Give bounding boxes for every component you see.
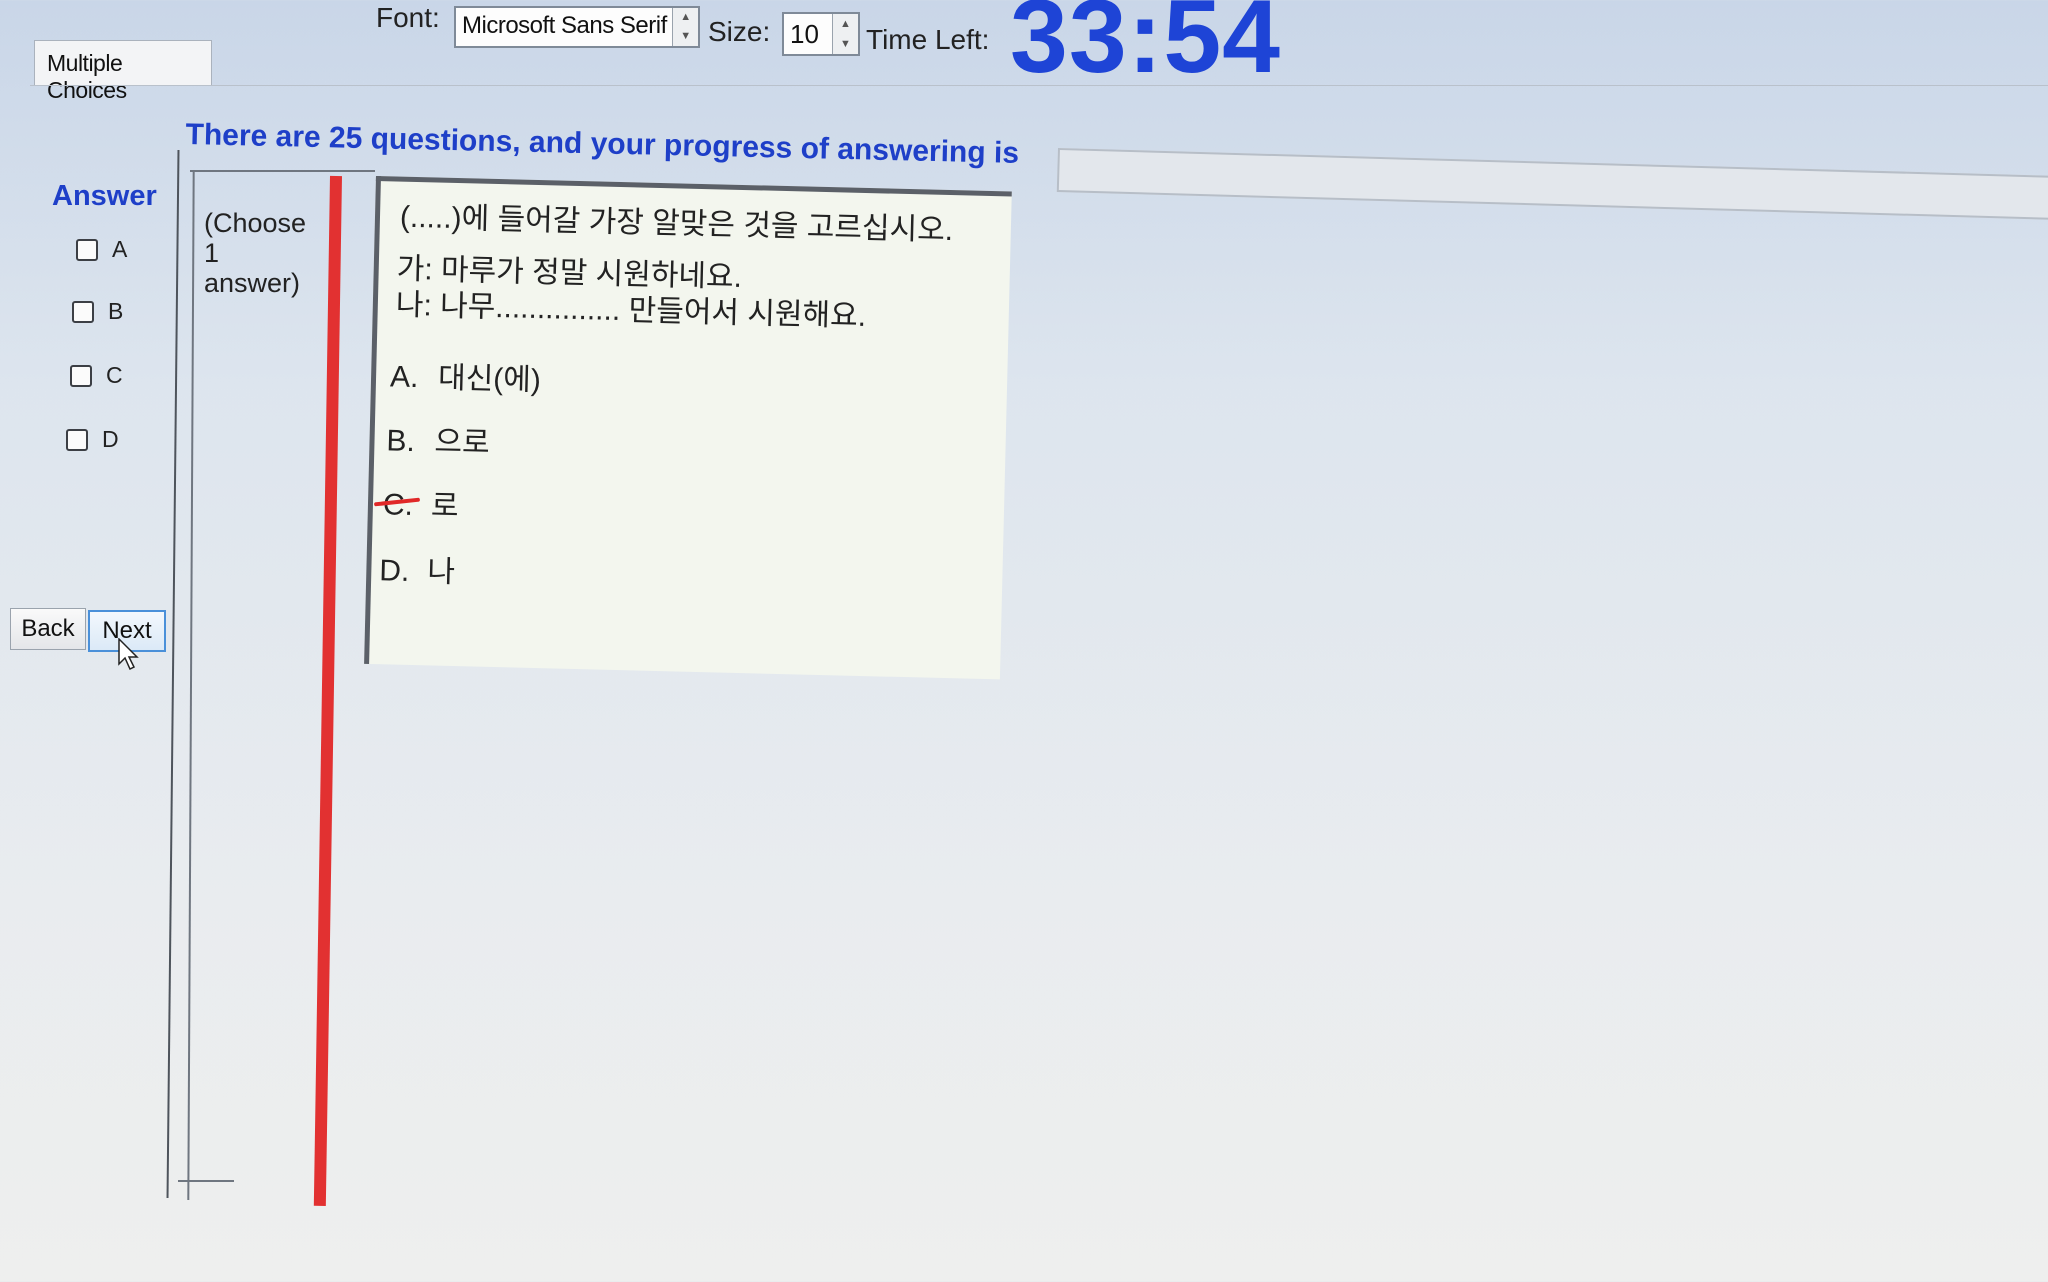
font-label: Font: [376,2,440,33]
choice-text: 나 [426,555,456,590]
font-select[interactable]: Microsoft Sans Serif ▲ ▼ [454,6,700,48]
choice-letter: A. [389,360,419,395]
sidebar-divider [166,150,180,1198]
answer-title: Answer [52,180,157,212]
countdown-timer: 33:54 [1010,0,1281,95]
tab-panel-divider [30,85,2048,86]
choice-text: 대신(에) [437,361,542,398]
answer-option-label: A [112,236,128,262]
tab-multiple-choices[interactable]: Multiple Choices [34,40,212,103]
back-button[interactable]: Back [10,608,86,650]
question-panel: (.....)에 들어갈 가장 알맞은 것을 고르십시오. 가: 마루가 정말 … [364,176,1012,680]
spin-arrows-icon[interactable]: ▲ ▼ [832,14,858,54]
time-left-label: Time Left: [866,24,990,55]
mouse-pointer-icon [118,638,139,671]
choice-a: A. 대신(에) [390,351,542,399]
instruction-panel-border [187,170,195,1200]
size-label: Size: [708,16,771,47]
progress-text: There are 25 questions, and your progres… [185,118,1020,170]
choice-letter: B. [386,424,416,459]
size-value: 10 [790,19,819,49]
checkbox-a[interactable] [76,238,98,261]
choice-b: B. 으로 [386,415,490,462]
bottom-dash [178,1180,234,1182]
answer-option-d[interactable]: D [66,426,119,453]
red-pen-line [313,175,342,1206]
answer-option-c[interactable]: C [70,362,123,389]
spin-arrows-icon[interactable]: ▲ ▼ [672,8,698,46]
choice-letter: C. [382,488,414,522]
answer-option-b[interactable]: B [72,298,123,325]
font-select-value: Microsoft Sans Serif [462,12,667,39]
answer-option-a[interactable]: A [76,236,127,263]
checkbox-c[interactable] [70,364,92,387]
checkbox-b[interactable] [72,300,94,323]
choice-d: D. 나 [379,545,456,591]
checkbox-d[interactable] [66,428,88,451]
instruction-panel-top [190,170,375,172]
progress-bar-fill [1058,150,1060,191]
progress-bar [1056,148,2048,220]
question-stem: (.....)에 들어갈 가장 알맞은 것을 고르십시오. [399,200,954,248]
choice-text: 으로 [434,425,491,460]
question-dialog: 가: 마루가 정말 시원하네요. 나: 나무............... 만들… [395,252,867,335]
choice-letter: D. [378,554,410,588]
choice-text: 로 [430,489,459,524]
answer-option-label: C [106,362,123,388]
answer-option-label: B [108,298,124,324]
size-stepper[interactable]: 10 ▲ ▼ [782,12,860,56]
answer-option-label: D [102,426,119,452]
